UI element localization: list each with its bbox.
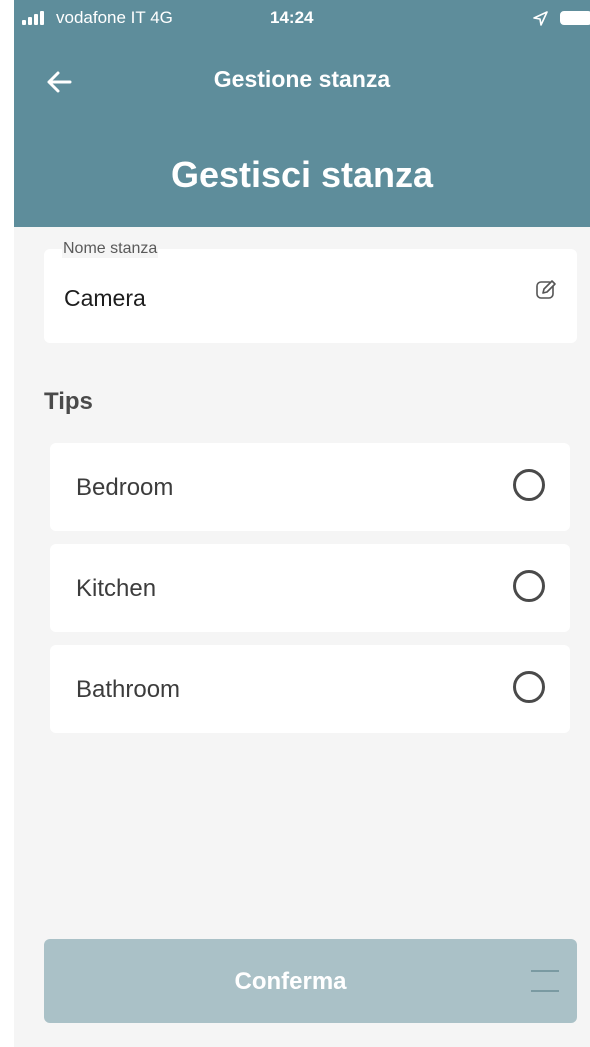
nav-title: Gestione stanza [213, 66, 391, 92]
tips-heading: Tips [44, 388, 93, 415]
room-name-label: Nome stanza [62, 240, 159, 258]
tip-label: Kitchen [76, 575, 157, 602]
room-name-value[interactable]: Camera [64, 285, 146, 312]
radio-unchecked-icon[interactable] [513, 671, 545, 703]
confirm-button[interactable]: Conferma [44, 939, 577, 1023]
edit-icon[interactable] [535, 279, 557, 301]
confirm-label: Conferma [234, 968, 347, 995]
menu-icon[interactable] [531, 970, 559, 992]
tip-item-kitchen[interactable]: Kitchen [50, 544, 570, 632]
radio-unchecked-icon[interactable] [513, 469, 545, 501]
room-name-field[interactable]: Camera [44, 249, 577, 343]
page-title: Gestisci stanza [170, 154, 434, 195]
location-arrow-icon [533, 11, 548, 26]
clock: 14:24 [270, 8, 314, 27]
header: vodafone IT 4G 14:24 Gestione stanza Ges… [14, 0, 590, 227]
screen: vodafone IT 4G 14:24 Gestione stanza Ges… [14, 0, 590, 1047]
battery-icon [560, 11, 590, 25]
tip-label: Bathroom [76, 676, 181, 703]
radio-unchecked-icon[interactable] [513, 570, 545, 602]
carrier-label: vodafone IT 4G [56, 8, 173, 27]
tip-label: Bedroom [76, 474, 174, 501]
tip-item-bathroom[interactable]: Bathroom [50, 645, 570, 733]
signal-icon [22, 11, 44, 25]
tip-item-bedroom[interactable]: Bedroom [50, 443, 570, 531]
status-bar: vodafone IT 4G 14:24 [14, 0, 590, 36]
